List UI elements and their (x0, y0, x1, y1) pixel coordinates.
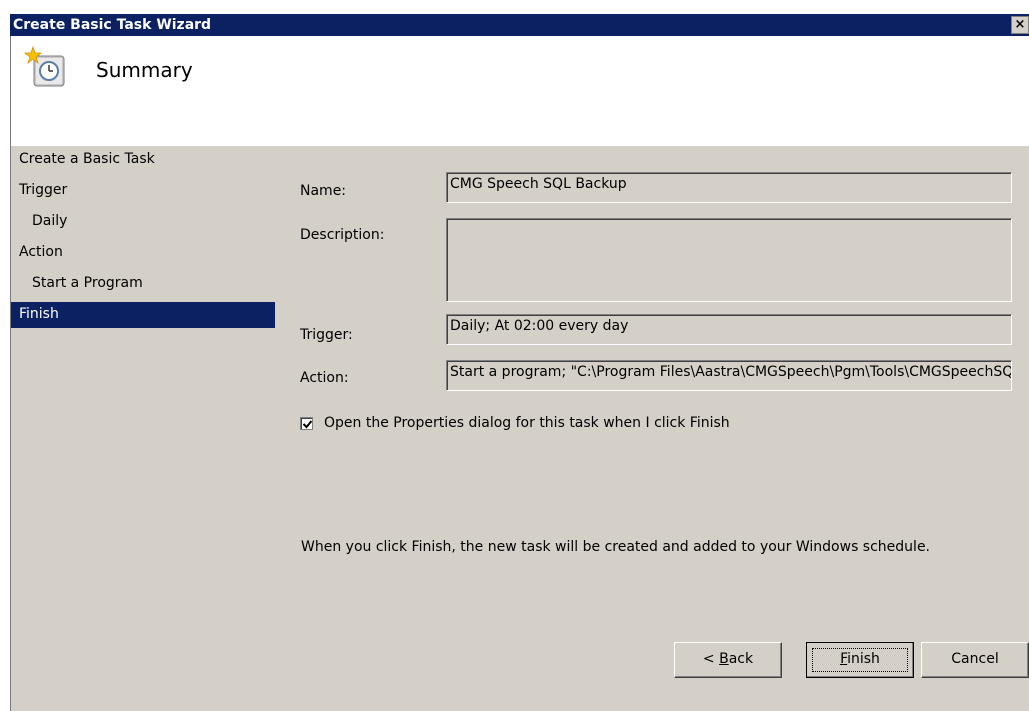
wizard-body: Create a Basic Task Trigger Daily Action… (11, 146, 1029, 711)
finish-info-text: When you click Finish, the new task will… (301, 539, 931, 555)
title-bar: Create Basic Task Wizard × (10, 14, 1029, 36)
page-title: Summary (96, 58, 193, 82)
action-field[interactable]: Start a program; "C:\Program Files\Aastr… (446, 360, 1012, 391)
step-action: Action (19, 244, 63, 260)
action-label: Action: (300, 370, 349, 386)
open-properties-checkbox[interactable] (300, 416, 313, 430)
step-daily: Daily (32, 213, 68, 229)
open-properties-option[interactable]: Open the Properties dialog for this task… (300, 415, 730, 431)
wizard-header: Summary (11, 36, 1029, 146)
back-mnemonic: B (719, 651, 729, 667)
back-button[interactable]: < Back (674, 642, 782, 678)
step-start-a-program: Start a Program (32, 275, 143, 291)
window-title: Create Basic Task Wizard (13, 17, 212, 33)
back-label-rest: ack (728, 651, 754, 667)
focus-rect (812, 648, 908, 672)
description-field[interactable] (446, 218, 1012, 302)
name-label: Name: (300, 183, 347, 199)
step-trigger: Trigger (19, 182, 68, 198)
step-create-basic-task: Create a Basic Task (19, 151, 155, 167)
checkmark-icon (302, 419, 313, 428)
back-prefix: < (702, 651, 720, 667)
description-label: Description: (300, 227, 385, 243)
finish-button[interactable]: Finish (806, 642, 914, 678)
name-field[interactable]: CMG Speech SQL Backup (446, 172, 1012, 203)
task-scheduler-clock-icon (23, 45, 69, 92)
trigger-label: Trigger: (300, 327, 353, 343)
close-button[interactable]: × (1011, 16, 1029, 34)
cancel-button[interactable]: Cancel (921, 642, 1029, 678)
open-properties-label: Open the Properties dialog for this task… (324, 415, 730, 431)
wizard-steps: Create a Basic Task Trigger Daily Action… (11, 146, 275, 328)
step-finish: Finish (11, 302, 275, 328)
trigger-field[interactable]: Daily; At 02:00 every day (446, 314, 1012, 345)
